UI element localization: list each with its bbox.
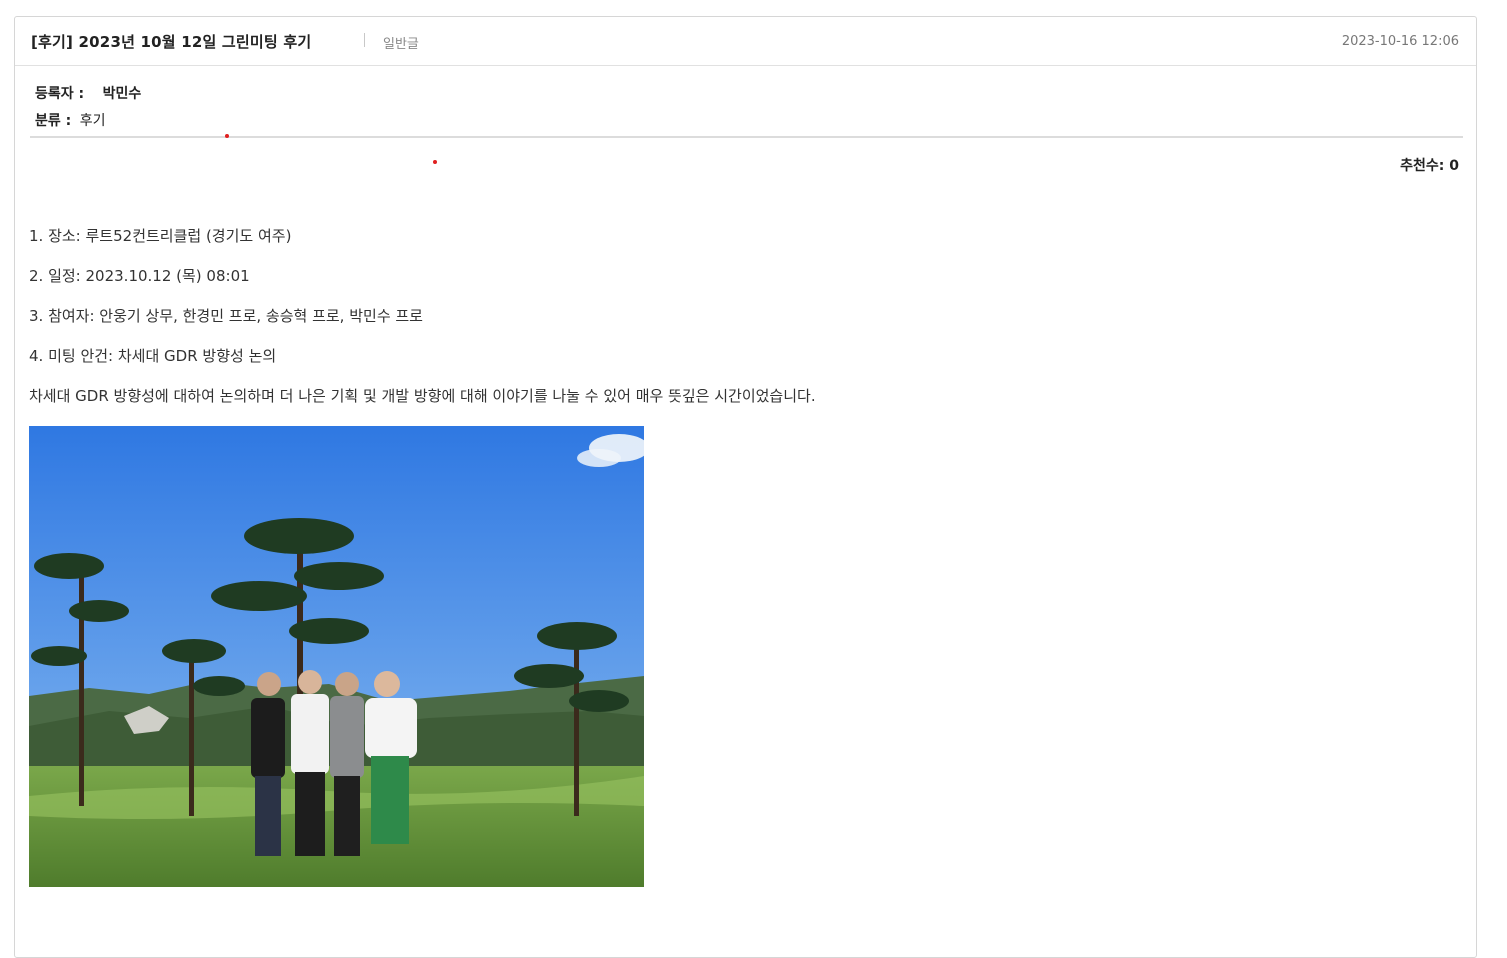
body-line: 1. 장소: 루트52컨트리클럽 (경기도 여주) [29, 227, 292, 245]
post-header: [후기] 2023년 10월 12일 그린미팅 후기 일반글 2023-10-1… [15, 17, 1476, 66]
post-date: 2023-10-16 12:06 [1341, 34, 1459, 49]
meta-divider [30, 136, 1463, 138]
body-line: 4. 미팅 안건: 차세대 GDR 방향성 논의 [29, 347, 277, 365]
title-divider [364, 33, 365, 47]
post-body: 1. 장소: 루트52컨트리클럽 (경기도 여주) 2. 일정: 2023.10… [29, 224, 816, 424]
marker-dot [225, 134, 229, 138]
body-line: 2. 일정: 2023.10.12 (목) 08:01 [29, 267, 250, 285]
category-row: 분류 : 후기 [35, 112, 141, 139]
author-label: 등록자 : [35, 86, 85, 102]
recommend-value: 0 [1449, 158, 1459, 174]
post-meta: 등록자 : 박민수 분류 : 후기 [35, 85, 141, 139]
post-kind-badge: 일반글 [383, 37, 419, 52]
recommend-count: 추천수: 0 [1400, 155, 1459, 175]
body-line: 차세대 GDR 방향성에 대하여 논의하며 더 나은 기획 및 개발 방향에 대… [29, 387, 816, 405]
recommend-label: 추천수: [1400, 158, 1445, 174]
author-row: 등록자 : 박민수 [35, 85, 141, 112]
post-container: [후기] 2023년 10월 12일 그린미팅 후기 일반글 2023-10-1… [14, 16, 1477, 958]
marker-dot [433, 160, 437, 164]
post-title: [후기] 2023년 10월 12일 그린미팅 후기 [31, 33, 312, 51]
author-name: 박민수 [102, 86, 142, 102]
post-photo [29, 426, 644, 887]
category-label: 분류 : [35, 113, 72, 129]
category-value: 후기 [79, 113, 106, 129]
body-line: 3. 참여자: 안웅기 상무, 한경민 프로, 송승혁 프로, 박민수 프로 [29, 307, 423, 325]
